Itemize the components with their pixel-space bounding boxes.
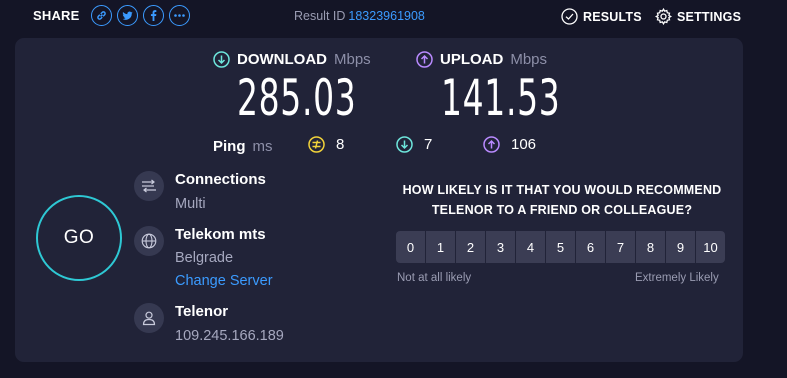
ping-idle-value: 8 — [336, 136, 345, 153]
download-latency-icon — [396, 136, 413, 153]
facebook-icon[interactable] — [142, 5, 164, 26]
provider-ip: 109.245.166.189 — [175, 328, 284, 344]
rating-option-0[interactable]: 0 — [396, 231, 425, 263]
upload-label: UPLOAD — [440, 51, 504, 68]
result-id-label: Result ID — [294, 9, 346, 23]
rating-option-9[interactable]: 9 — [666, 231, 695, 263]
results-panel: DOWNLOAD Mbps UPLOAD Mbps 285.03 141.53 … — [15, 38, 743, 362]
result-id-value[interactable]: 18323961908 — [348, 9, 424, 23]
rating-option-6[interactable]: 6 — [576, 231, 605, 263]
ping-unit: ms — [252, 137, 273, 155]
connections-value: Multi — [175, 196, 206, 212]
rating-option-2[interactable]: 2 — [456, 231, 485, 263]
scale-low-label: Not at all likely — [397, 272, 472, 284]
download-header: DOWNLOAD Mbps — [213, 51, 371, 68]
rating-option-1[interactable]: 1 — [426, 231, 455, 263]
rating-option-5[interactable]: 5 — [546, 231, 575, 263]
ping-download-value: 7 — [424, 136, 433, 153]
upload-latency-icon — [483, 136, 500, 153]
change-server-link[interactable]: Change Server — [175, 273, 273, 289]
upload-speed-value: 141.53 — [441, 69, 561, 127]
download-arrow-icon — [213, 51, 230, 68]
settings-label: SETTINGS — [677, 9, 742, 24]
provider-name: Telenor — [175, 303, 229, 320]
rating-scale: 0 1 2 3 4 5 6 7 8 9 10 — [396, 231, 725, 263]
upload-arrow-icon — [416, 51, 433, 68]
results-label: RESULTS — [583, 9, 642, 24]
top-bar: SHARE Result ID 18323961908 RESULTS SETTI… — [0, 0, 787, 34]
recommend-question: HOW LIKELY IS IT THAT YOU WOULD RECOMMEN… — [388, 180, 736, 220]
ping-download: 7 — [396, 136, 432, 153]
download-label: DOWNLOAD — [237, 51, 327, 68]
share-label: SHARE — [33, 8, 80, 23]
gear-icon — [655, 8, 672, 25]
globe-icon — [134, 226, 164, 256]
ping-idle: 8 — [308, 136, 344, 153]
connections-title: Connections — [175, 171, 266, 188]
rating-option-4[interactable]: 4 — [516, 231, 545, 263]
ping-label: Ping — [213, 137, 246, 155]
rating-option-3[interactable]: 3 — [486, 231, 515, 263]
results-button[interactable]: RESULTS — [561, 8, 642, 25]
recommend-question-line1: HOW LIKELY IS IT THAT YOU WOULD RECOMMEN… — [402, 183, 722, 197]
upload-unit: Mbps — [510, 51, 548, 68]
rating-option-10[interactable]: 10 — [696, 231, 725, 263]
connections-icon[interactable] — [134, 171, 164, 201]
go-button[interactable]: GO — [36, 195, 122, 281]
idle-latency-icon — [308, 136, 325, 153]
server-name: Telekom mts — [175, 226, 266, 243]
download-speed-value: 285.03 — [237, 69, 357, 127]
user-icon — [134, 303, 164, 333]
settings-button[interactable]: SETTINGS — [655, 8, 741, 25]
link-icon[interactable] — [90, 5, 112, 26]
rating-option-8[interactable]: 8 — [636, 231, 665, 263]
scale-high-label: Extremely Likely — [635, 272, 719, 284]
twitter-icon[interactable] — [116, 5, 138, 26]
more-icon[interactable] — [168, 5, 190, 26]
check-circle-icon — [561, 8, 578, 25]
server-location: Belgrade — [175, 250, 234, 266]
download-unit: Mbps — [334, 51, 371, 68]
result-id: Result ID 18323961908 — [294, 9, 425, 23]
recommend-question-line2: TELENOR TO A FRIEND OR COLLEAGUE? — [431, 203, 693, 217]
rating-option-7[interactable]: 7 — [606, 231, 635, 263]
ping-row: Ping ms 8 7 106 — [213, 136, 536, 156]
upload-header: UPLOAD Mbps — [416, 51, 547, 68]
ping-upload: 106 — [483, 136, 536, 153]
share-group: SHARE — [33, 5, 190, 26]
ping-upload-value: 106 — [511, 136, 537, 153]
